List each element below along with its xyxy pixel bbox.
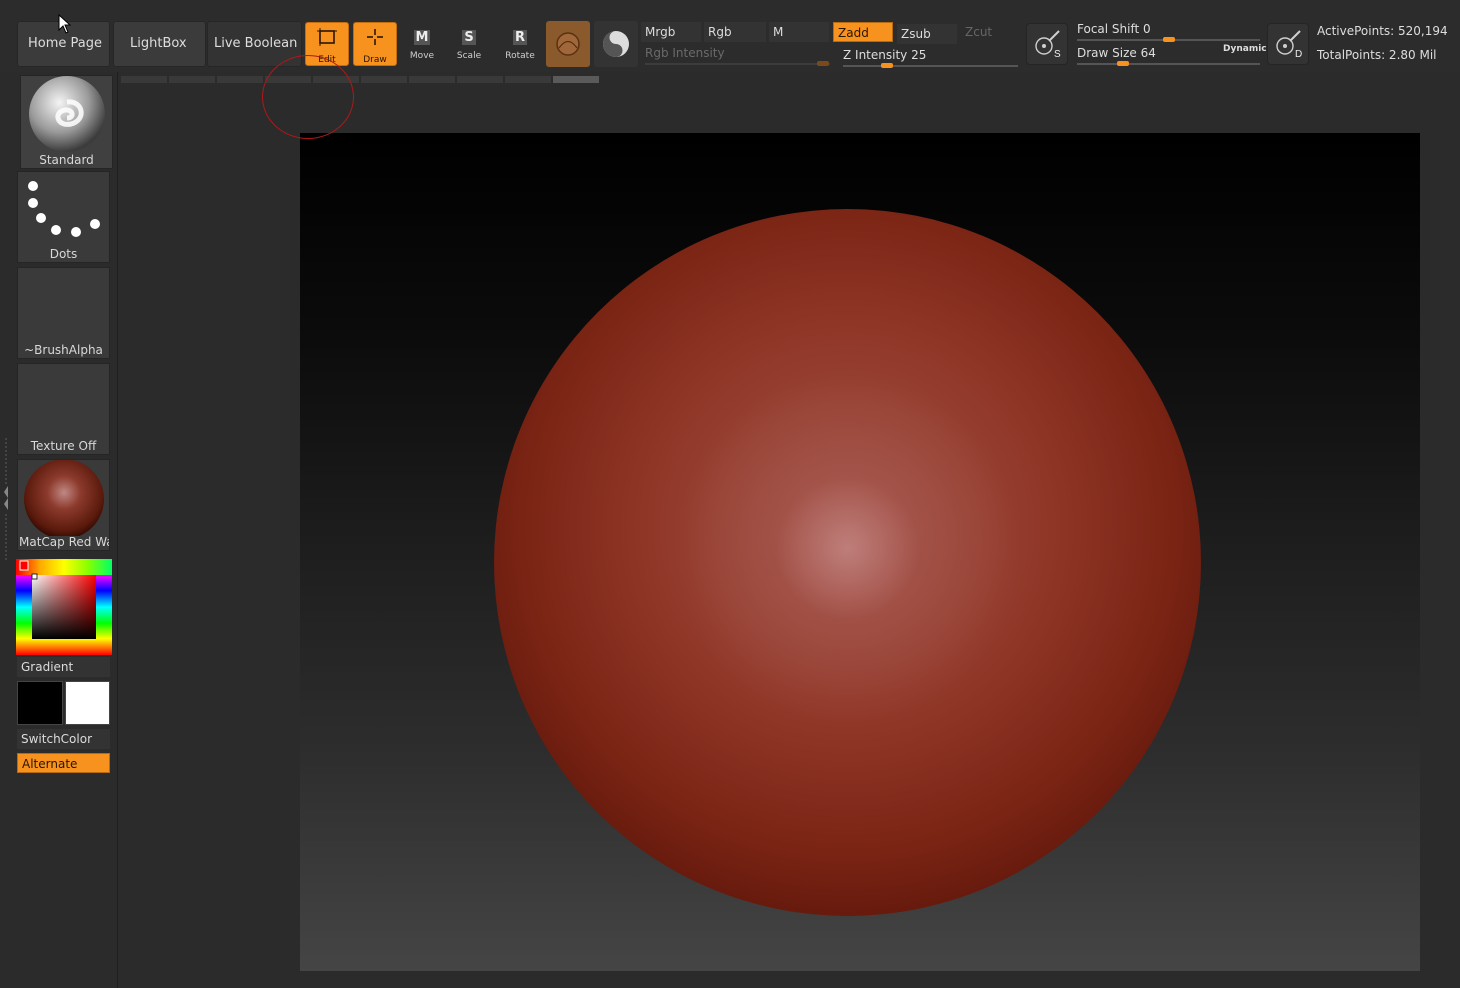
zsub-button[interactable]: Zsub [897,24,957,44]
edit-icon [306,27,348,54]
move-icon: M [413,30,431,45]
yin-yang-icon [603,31,629,57]
focal-shift-value: 0 [1143,22,1151,36]
top-toolbar: Home Page LightBox Live Boolean Edit Dra… [0,0,1460,72]
document-tab-strip[interactable] [121,76,601,83]
color-picker[interactable] [16,559,112,655]
lightbox-button[interactable]: LightBox [113,21,206,67]
mouse-pointer-icon [58,14,72,34]
draw-size-slider[interactable] [1077,63,1260,65]
stroke-selector[interactable]: Dots [17,171,110,263]
material-button[interactable] [546,21,590,67]
move-button[interactable]: M Move [400,22,444,66]
draw-size-value: 64 [1140,46,1156,60]
texture-label: Texture Off [30,439,97,453]
brush-selector[interactable]: Standard [20,75,113,169]
dynamic-toggle[interactable]: Dynamic [1223,44,1267,54]
dots-stroke-icon [28,181,100,237]
switch-color-button[interactable]: SwitchColor [17,729,110,749]
svg-text:D: D [1295,49,1302,60]
sculpt-sphere[interactable] [494,209,1201,916]
total-points-readout: TotalPoints: 2.80 Mil [1317,48,1437,62]
alternate-button[interactable]: Alternate [17,753,110,773]
color-picker-swatch [16,559,112,655]
draw-size-knob[interactable] [1116,61,1129,66]
standard-brush-icon [29,76,105,152]
rgb-intensity-knob[interactable] [817,61,829,66]
lazy-mouse-s-button[interactable]: S [1026,23,1068,65]
alpha-selector[interactable]: ~BrushAlpha [17,267,110,359]
mrgb-button[interactable]: Mrgb [641,22,701,42]
left-tray: Standard Dots ~BrushAlpha Texture Off Ma… [0,72,118,988]
rgb-intensity-slider[interactable] [645,63,830,65]
zcut-button[interactable]: Zcut [961,22,1021,42]
texture-selector[interactable]: Texture Off [17,363,110,455]
material-label: MatCap Red Wax [19,535,109,549]
z-intensity-value: 25 [911,48,927,62]
brush-d-icon: D [1276,30,1302,60]
draw-size-label: Draw Size 64 [1077,46,1156,60]
zadd-button[interactable]: Zadd [833,22,893,42]
scale-button[interactable]: S Scale [447,22,491,66]
rgb-intensity-label: Rgb Intensity [645,46,725,60]
material-selector[interactable]: MatCap Red Wax [17,459,110,551]
draw-button[interactable]: Draw [353,22,397,66]
material-sphere-icon [556,32,580,56]
z-intensity-label: Z Intensity 25 [843,48,927,62]
draw-icon [354,27,396,54]
color-toggle-button[interactable] [594,21,638,67]
rotate-button[interactable]: R Rotate [498,22,542,66]
collapse-arrow-icon [4,438,8,560]
gradient-toggle[interactable]: Gradient [17,657,110,677]
tray-collapse-handle[interactable] [3,438,9,560]
brush-cursor-ring [262,55,354,139]
svg-text:S: S [1054,49,1061,60]
scale-icon: S [462,30,476,45]
lazy-mouse-d-button[interactable]: D [1267,23,1309,65]
focal-shift-knob[interactable] [1162,37,1175,42]
z-intensity-knob[interactable] [880,63,893,68]
stroke-label: Dots [49,247,78,261]
focal-shift-label: Focal Shift 0 [1077,22,1151,36]
secondary-color-swatch[interactable] [65,681,110,725]
active-points-readout: ActivePoints: 520,194 [1317,24,1448,38]
m-button[interactable]: M [769,22,829,42]
z-intensity-slider[interactable] [843,65,1018,67]
red-wax-material-icon [24,460,104,536]
alpha-label: ~BrushAlpha [24,343,103,357]
brush-s-icon: S [1035,30,1061,60]
rgb-button[interactable]: Rgb [704,22,766,42]
rotate-icon: R [512,30,527,45]
main-color-swatch[interactable] [17,681,63,725]
brush-label: Standard [39,153,94,167]
